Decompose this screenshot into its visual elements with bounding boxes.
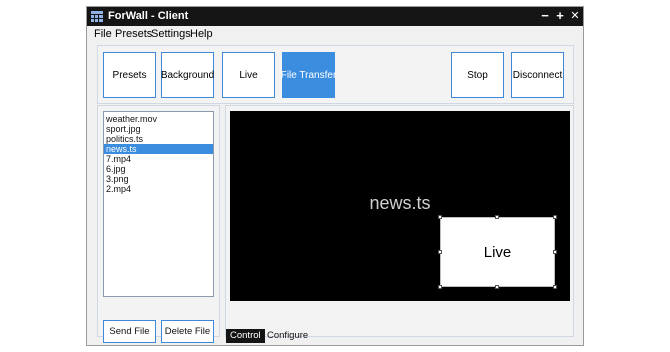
live-overlay-box[interactable]: Live [440, 217, 555, 287]
resize-handle-bottom-left[interactable] [438, 285, 442, 289]
menu-help[interactable]: Help [190, 28, 213, 40]
preview-panel: news.ts Live [225, 105, 574, 337]
menu-bar: File Presets Settings Help [87, 26, 583, 43]
menu-settings[interactable]: Settings [151, 28, 191, 40]
file-transfer-button[interactable]: File Transfer [281, 52, 336, 98]
file-list[interactable]: weather.mov sport.jpg politics.ts news.t… [103, 111, 214, 297]
file-item[interactable]: sport.jpg [104, 124, 213, 134]
delete-file-button[interactable]: Delete File [161, 320, 214, 343]
app-icon [91, 11, 103, 22]
send-file-button[interactable]: Send File [103, 320, 156, 343]
resize-handle-left[interactable] [438, 250, 442, 254]
resize-handle-top-left[interactable] [438, 215, 442, 219]
file-panel: weather.mov sport.jpg politics.ts news.t… [97, 105, 220, 343]
stop-button[interactable]: Stop [451, 52, 504, 98]
minimize-button[interactable]: − [538, 8, 552, 24]
resize-handle-bottom[interactable] [495, 285, 499, 289]
preview-canvas[interactable]: news.ts Live [230, 111, 570, 301]
resize-handle-right[interactable] [553, 250, 557, 254]
file-item[interactable]: 6.jpg [104, 164, 213, 174]
maximize-button[interactable]: + [553, 8, 567, 24]
window-title: ForWall - Client [108, 10, 189, 22]
file-item[interactable]: weather.mov [104, 114, 213, 124]
live-button[interactable]: Live [222, 52, 275, 98]
title-bar[interactable]: ForWall - Client − + ✕ [87, 7, 583, 26]
file-item-selected[interactable]: news.ts [104, 144, 213, 154]
close-button[interactable]: ✕ [568, 8, 582, 24]
presets-button[interactable]: Presets [103, 52, 156, 98]
preview-label: news.ts [369, 193, 431, 213]
file-item[interactable]: politics.ts [104, 134, 213, 144]
menu-presets[interactable]: Presets [115, 28, 152, 40]
file-item[interactable]: 2.mp4 [104, 184, 213, 194]
tab-control[interactable]: Control [226, 329, 265, 343]
app-window: ForWall - Client − + ✕ File Presets Sett… [86, 6, 584, 346]
tab-configure[interactable]: Configure [263, 329, 312, 343]
toolbar: Presets Background Live File Transfer St… [97, 45, 574, 104]
resize-handle-top-right[interactable] [553, 215, 557, 219]
resize-handle-top[interactable] [495, 215, 499, 219]
file-item[interactable]: 3.png [104, 174, 213, 184]
resize-handle-bottom-right[interactable] [553, 285, 557, 289]
file-item[interactable]: 7.mp4 [104, 154, 213, 164]
background-button[interactable]: Background [161, 52, 214, 98]
disconnect-button[interactable]: Disconnect [511, 52, 564, 98]
menu-file[interactable]: File [94, 28, 112, 40]
